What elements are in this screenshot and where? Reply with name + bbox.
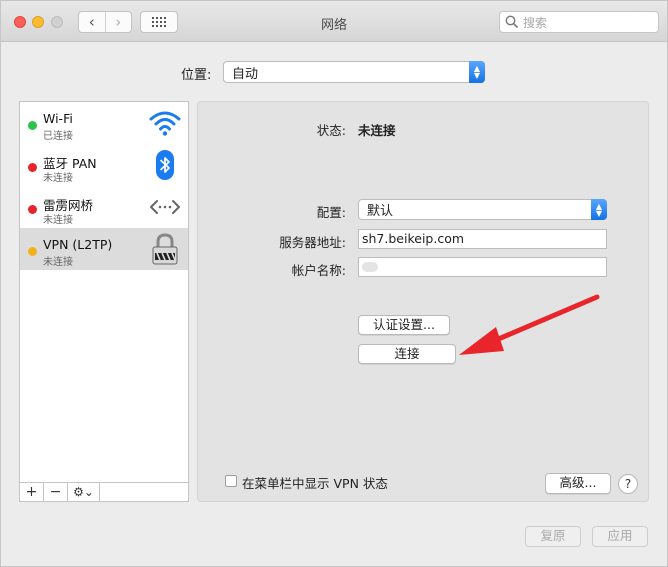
popup-stepper-icon: ▲ ▼ [591, 199, 607, 220]
connect-button[interactable]: 连接 [358, 344, 456, 364]
gear-icon[interactable]: ⚙︎⌄ [68, 483, 100, 501]
server-address-label: 服务器地址: [279, 235, 346, 250]
location-label: 位置: [181, 68, 212, 83]
service-item-wifi[interactable]: Wi-Fi 已连接 [20, 102, 188, 144]
service-name: VPN (L2TP) [43, 237, 113, 252]
advanced-button[interactable]: 高级... [545, 473, 611, 494]
service-list: Wi-Fi 已连接 蓝牙 PAN 未连接 雷雳网桥 未连接 VPN (L2TP)… [19, 101, 189, 502]
account-name-label: 帐户名称: [291, 263, 346, 278]
authentication-settings-button[interactable]: 认证设置... [358, 315, 450, 335]
service-status: 已连接 [43, 131, 73, 142]
status-dot [28, 205, 37, 214]
status-value: 未连接 [358, 123, 396, 138]
config-label: 配置: [316, 205, 346, 220]
status-label: 状态: [316, 123, 346, 138]
account-name-field[interactable] [358, 257, 607, 277]
service-status: 未连接 [43, 257, 73, 268]
service-name: Wi-Fi [43, 111, 73, 126]
server-address-field[interactable]: sh7.beikeip.com [358, 229, 607, 249]
location-popup[interactable]: 自动 ▲ ▼ [223, 61, 485, 83]
redacted-blur [362, 262, 378, 272]
show-vpn-status-label: 在菜单栏中显示 VPN 状态 [242, 476, 388, 491]
thunderbolt-bridge-icon [150, 200, 180, 214]
service-item-vpn-l2tp[interactable]: VPN (L2TP) 未连接 [20, 228, 188, 270]
status-dot [28, 247, 37, 256]
revert-button[interactable]: 复原 [525, 526, 581, 547]
service-status: 未连接 [43, 215, 73, 226]
popup-stepper-icon: ▲ ▼ [469, 61, 485, 83]
search-icon [505, 15, 519, 29]
network-preferences-window: ‹ › 网络 搜索 位置: 自动 ▲ ▼ Wi-Fi 已连接 蓝牙 PAN 未连… [0, 0, 668, 567]
title-toolbar: ‹ › 网络 搜索 [1, 1, 667, 42]
vpn-lock-icon [152, 233, 178, 265]
wifi-icon [149, 111, 181, 136]
status-dot [28, 121, 37, 130]
bluetooth-icon [156, 150, 174, 180]
apply-button[interactable]: 应用 [592, 526, 648, 547]
help-button[interactable]: ? [618, 474, 638, 494]
add-service-button[interactable]: + [20, 483, 44, 501]
service-item-bluetooth-pan[interactable]: 蓝牙 PAN 未连接 [20, 144, 188, 186]
service-list-toolbar: + − ⚙︎⌄ [20, 482, 188, 501]
config-value: 默认 [367, 204, 394, 219]
search-placeholder: 搜索 [523, 15, 548, 30]
vpn-detail-panel: 状态: 未连接 配置: 默认 ▲ ▼ 服务器地址: sh7.beikeip.com… [197, 101, 649, 502]
location-value: 自动 [232, 66, 259, 82]
service-status: 未连接 [43, 173, 73, 184]
status-dot [28, 163, 37, 172]
config-popup[interactable]: 默认 ▲ ▼ [358, 199, 607, 220]
service-item-thunderbolt-bridge[interactable]: 雷雳网桥 未连接 [20, 186, 188, 228]
show-vpn-status-checkbox[interactable] [225, 475, 237, 487]
remove-service-button[interactable]: − [44, 483, 68, 501]
search-field[interactable]: 搜索 [499, 11, 659, 33]
